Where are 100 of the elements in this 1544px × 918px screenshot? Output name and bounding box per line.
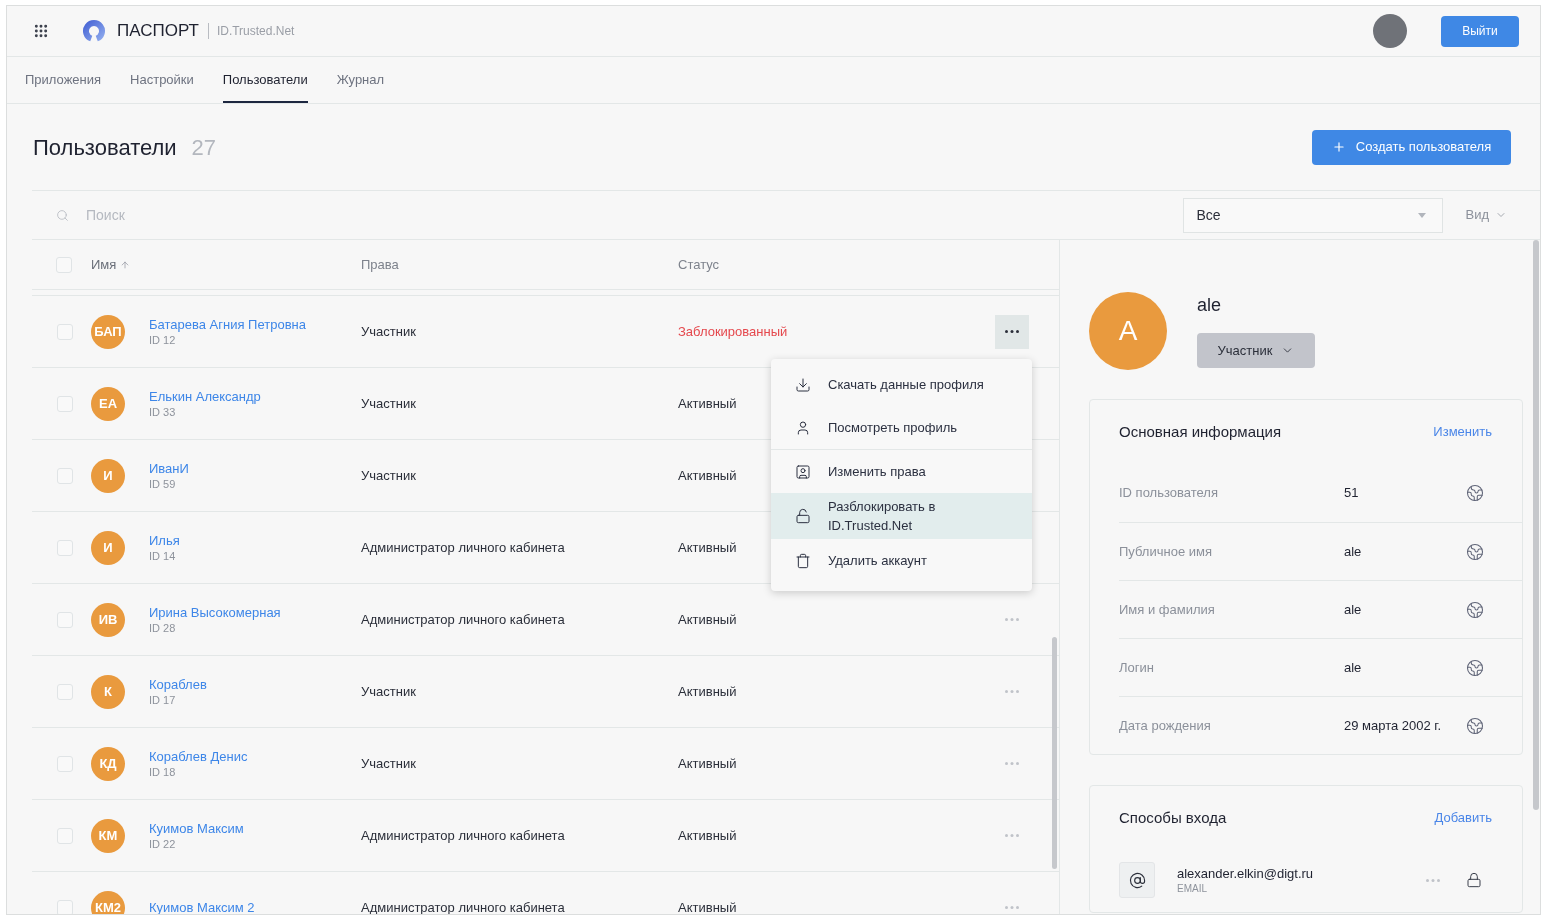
user-id: ID 28: [149, 620, 177, 635]
trash-icon: [795, 552, 811, 569]
user-avatar: ИВ: [91, 602, 125, 637]
user-rights: Администратор личного кабинета: [361, 898, 565, 914]
user-rights: Администратор личного кабинета: [361, 826, 565, 845]
ellipsis-icon: [1005, 834, 1019, 837]
user-name-link[interactable]: ИванИ: [149, 460, 189, 477]
user-status: Активный: [678, 610, 737, 629]
user-name-link[interactable]: Куимов Максим 2: [149, 899, 255, 914]
at-sign-icon: [1119, 862, 1155, 898]
user-name-link[interactable]: Елькин Александр: [149, 388, 261, 405]
page-title: Пользователи: [33, 133, 177, 162]
globe-icon[interactable]: [1466, 542, 1484, 561]
user-status: Заблокированный: [678, 322, 788, 341]
column-header[interactable]: Имя: [91, 254, 117, 275]
user-avatar: К: [91, 674, 125, 709]
create-user-button[interactable]: Создать пользователя: [1312, 129, 1511, 165]
menu-item[interactable]: Посмотреть профиль: [771, 406, 1032, 449]
user-avatar: БАП: [91, 314, 125, 349]
checkbox[interactable]: [57, 899, 73, 914]
user-name-link[interactable]: Батарева Агния Петровна: [149, 316, 306, 333]
field-value: ale: [1344, 600, 1363, 619]
profile-name: ale: [1197, 294, 1222, 317]
user-status: Активный: [678, 898, 737, 914]
user-status: Активный: [678, 682, 737, 701]
checkbox[interactable]: [57, 395, 73, 412]
status-select[interactable]: Все: [1183, 197, 1444, 233]
lock-icon[interactable]: [1466, 872, 1482, 888]
role-dropdown[interactable]: Участник: [1197, 333, 1315, 368]
user-avatar: КД: [91, 746, 125, 781]
logout-button[interactable]: Выйти: [1441, 15, 1519, 47]
menu-item[interactable]: Разблокировать в ID.Trusted.Net: [771, 493, 1032, 539]
profile-avatar: A: [1089, 292, 1167, 370]
caret-icon: [1418, 212, 1427, 218]
user-status: Активный: [678, 538, 737, 557]
checkbox[interactable]: [57, 755, 73, 772]
ellipsis-icon: [1005, 618, 1019, 621]
column-header[interactable]: Права: [361, 254, 399, 275]
user-avatar: ЕА: [91, 386, 125, 421]
globe-icon[interactable]: [1466, 600, 1484, 619]
user-avatar: КМ: [91, 818, 125, 853]
logo-icon: [82, 20, 106, 42]
login-email: alexander.elkin@digt.ru: [1177, 865, 1314, 882]
add-link[interactable]: Добавить: [1434, 808, 1492, 828]
menu-item[interactable]: Изменить права: [771, 450, 1032, 493]
user-avatar: И: [91, 458, 125, 493]
nav-tab[interactable]: Журнал: [336, 57, 385, 103]
globe-icon[interactable]: [1466, 484, 1484, 502]
field-value: 29 марта 2002 г.: [1344, 716, 1443, 735]
user-name-link[interactable]: Кораблев Денис: [149, 748, 248, 765]
more-button[interactable]: [1426, 878, 1440, 882]
user-status: Активный: [678, 466, 737, 485]
user-name-link[interactable]: Илья: [149, 532, 180, 549]
checkbox[interactable]: [57, 539, 73, 556]
user-name-link[interactable]: Кораблев: [149, 676, 207, 693]
field-value: ale: [1344, 542, 1363, 561]
user-count: 27: [191, 133, 217, 162]
scrollbar-thumb[interactable]: [1052, 637, 1057, 869]
avatar-placeholder[interactable]: [1373, 14, 1407, 48]
view-button[interactable]: Вид: [1465, 205, 1507, 225]
sort-arrow-icon: [120, 259, 131, 270]
checkbox[interactable]: [57, 323, 73, 340]
field-value: 51: [1344, 484, 1360, 503]
user-rights: Участник: [361, 322, 416, 341]
apps-grid-icon[interactable]: [33, 23, 49, 39]
search-icon: [56, 208, 69, 222]
more-button[interactable]: [995, 314, 1029, 349]
scrollbar-thumb[interactable]: [1533, 240, 1539, 810]
menu-item[interactable]: Удалить аккаунт: [771, 539, 1032, 582]
brand-name: ПАСПОРТ: [117, 21, 199, 41]
user-rights: Участник: [361, 754, 416, 773]
globe-icon[interactable]: [1466, 658, 1484, 677]
nav-tab[interactable]: Пользователи: [222, 57, 308, 103]
edit-link[interactable]: Изменить: [1433, 422, 1492, 442]
search-field[interactable]: Поиск: [86, 204, 386, 226]
ellipsis-icon: [1005, 762, 1019, 765]
user-rights: Участник: [361, 682, 416, 701]
menu-item[interactable]: Скачать данные профиля: [771, 363, 1032, 406]
user-status: Активный: [678, 394, 737, 413]
card-title: Способы входа: [1119, 807, 1227, 828]
user-avatar: И: [91, 530, 125, 565]
user-icon: [795, 419, 811, 436]
column-header[interactable]: Статус: [678, 254, 720, 275]
checkbox[interactable]: [56, 256, 72, 273]
nav-tab[interactable]: Приложения: [25, 57, 102, 103]
field-label: ID пользователя: [1119, 484, 1219, 503]
plus-icon: [1331, 140, 1346, 154]
nav-tab[interactable]: Настройки: [130, 57, 194, 103]
user-id: ID 12: [149, 332, 177, 347]
checkbox[interactable]: [57, 467, 73, 484]
user-rights: Участник: [361, 466, 416, 485]
checkbox[interactable]: [57, 827, 73, 844]
user-avatar: КМ2: [91, 890, 125, 914]
user-name-link[interactable]: Куимов Максим: [149, 820, 244, 837]
user-name-link[interactable]: Ирина Высокомерная: [149, 604, 281, 621]
field-value: ale: [1344, 658, 1363, 677]
globe-icon[interactable]: [1466, 716, 1484, 735]
user-id: ID 59: [149, 476, 177, 491]
checkbox[interactable]: [57, 683, 73, 700]
checkbox[interactable]: [57, 611, 73, 628]
